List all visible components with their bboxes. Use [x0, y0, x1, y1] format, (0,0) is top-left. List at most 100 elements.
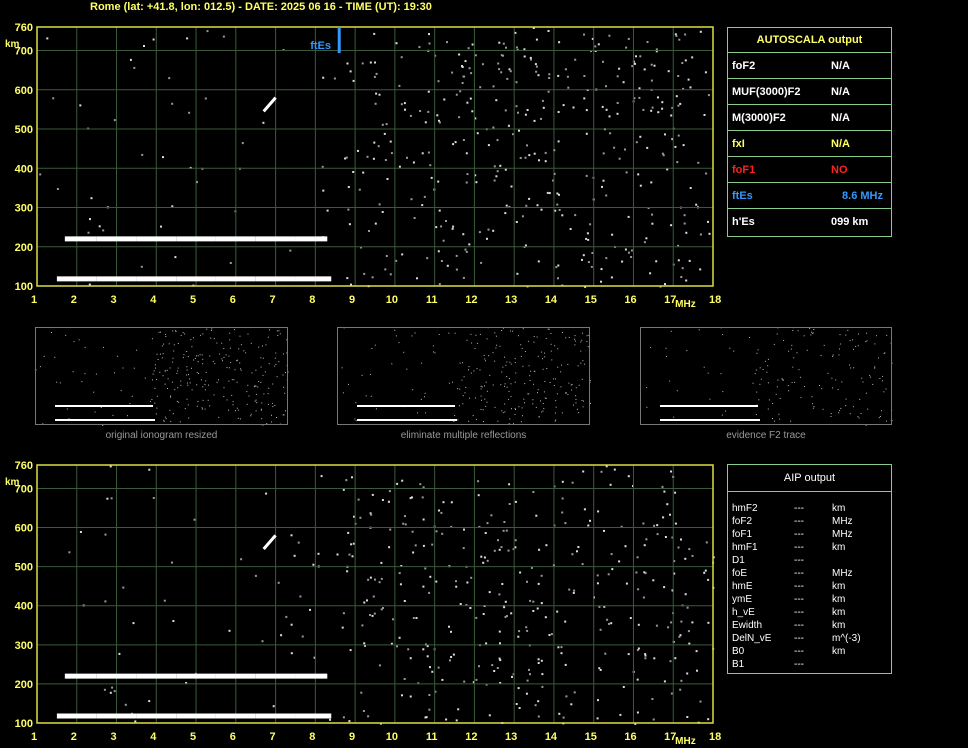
noise-dot: [589, 223, 592, 226]
noise-dot: [678, 38, 681, 41]
noise-dot: [372, 157, 375, 160]
noise-dot: [493, 179, 496, 182]
x-tick-label: 4: [150, 294, 157, 306]
noise-dot: [652, 718, 655, 721]
aip-dash: ---: [794, 516, 804, 527]
noise-dot: [650, 109, 653, 112]
noise-dot: [404, 515, 406, 518]
noise-dot: [616, 102, 619, 104]
noise-dot: [424, 121, 427, 124]
noise-dot: [464, 60, 467, 63]
noise-dot: [643, 544, 646, 547]
aip-unit: km: [832, 594, 846, 605]
noise-dot: [548, 634, 551, 636]
aip-unit: MHz: [832, 529, 853, 540]
noise-dot: [409, 657, 412, 660]
noise-dot: [349, 70, 352, 73]
noise-dot: [590, 265, 593, 268]
noise-dot: [608, 622, 610, 625]
noise-dot: [536, 204, 539, 207]
noise-dot: [396, 645, 398, 648]
noise-dot: [371, 614, 374, 617]
noise-dot: [507, 124, 510, 127]
noise-dot: [348, 553, 351, 556]
aip-key: h_vE: [732, 607, 755, 618]
noise-dot: [351, 476, 353, 479]
noise-dot: [352, 542, 355, 545]
noise-dot: [474, 54, 477, 57]
noise-dot: [493, 670, 496, 672]
noise-dot: [465, 250, 468, 253]
noise-dot: [347, 186, 350, 188]
noise-dot: [229, 262, 232, 264]
noise-dot: [577, 546, 580, 548]
noise-dot: [548, 73, 551, 76]
noise-dot: [587, 261, 590, 264]
noise-dot: [537, 582, 540, 585]
noise-dot: [676, 161, 679, 164]
noise-dot: [240, 558, 243, 561]
noise-dot: [462, 139, 465, 141]
noise-dot: [388, 546, 391, 549]
noise-dot: [652, 579, 655, 582]
aip-row: hmE --- km: [728, 580, 891, 593]
noise-dot: [124, 703, 127, 706]
noise-dot: [540, 659, 543, 662]
noise-dot: [675, 34, 678, 37]
noise-dot: [422, 544, 425, 547]
noise-dot: [541, 673, 544, 676]
aip-dash: ---: [794, 555, 804, 566]
noise-dot: [374, 102, 377, 105]
noise-dot: [428, 591, 431, 594]
noise-dot: [674, 657, 677, 660]
noise-dot: [301, 635, 304, 638]
noise-dot: [426, 645, 429, 648]
noise-dot: [381, 123, 384, 126]
noise-dot: [476, 132, 479, 135]
noise-dot: [111, 686, 114, 689]
noise-dot: [446, 264, 449, 267]
noise-dot: [455, 268, 458, 271]
noise-dot: [515, 81, 518, 84]
noise-dot: [596, 574, 599, 577]
aip-row: B1 ---: [728, 658, 891, 671]
noise-dot: [388, 490, 391, 493]
noise-dot: [703, 114, 706, 116]
y-tick-label: 500: [15, 124, 33, 136]
noise-dot: [573, 589, 576, 592]
noise-dot: [426, 655, 429, 658]
noise-dot: [511, 675, 513, 678]
noise-dot: [320, 475, 323, 478]
noise-dot: [526, 629, 529, 632]
aip-row: ymE --- km: [728, 593, 891, 606]
noise-dot: [440, 225, 443, 228]
noise-dot: [188, 111, 191, 114]
noise-dot: [707, 220, 709, 223]
noise-dot: [642, 596, 645, 599]
noise-dot: [385, 123, 388, 126]
noise-dot: [369, 614, 371, 616]
noise-dot: [341, 626, 344, 629]
noise-dot: [463, 528, 465, 531]
noise-dot: [174, 256, 177, 259]
noise-dot: [404, 523, 407, 526]
noise-dot: [424, 567, 427, 570]
noise-dot: [624, 248, 627, 251]
noise-dot: [429, 164, 432, 167]
noise-dot: [404, 108, 406, 111]
noise-dot: [312, 563, 315, 566]
x-tick-label: 14: [545, 731, 558, 743]
noise-dot: [582, 254, 585, 257]
noise-dot: [409, 695, 412, 698]
autoscala-key: fxI: [732, 137, 745, 150]
noise-dot: [336, 553, 339, 556]
noise-dot: [497, 539, 499, 542]
noise-dot: [510, 185, 513, 188]
noise-dot: [382, 607, 384, 609]
noise-dot: [104, 533, 107, 536]
aip-row: DelN_vE --- m^(-3): [728, 632, 891, 645]
noise-dot: [129, 58, 132, 61]
noise-dot: [431, 670, 434, 673]
noise-dot: [618, 67, 621, 70]
noise-dot: [519, 157, 522, 159]
